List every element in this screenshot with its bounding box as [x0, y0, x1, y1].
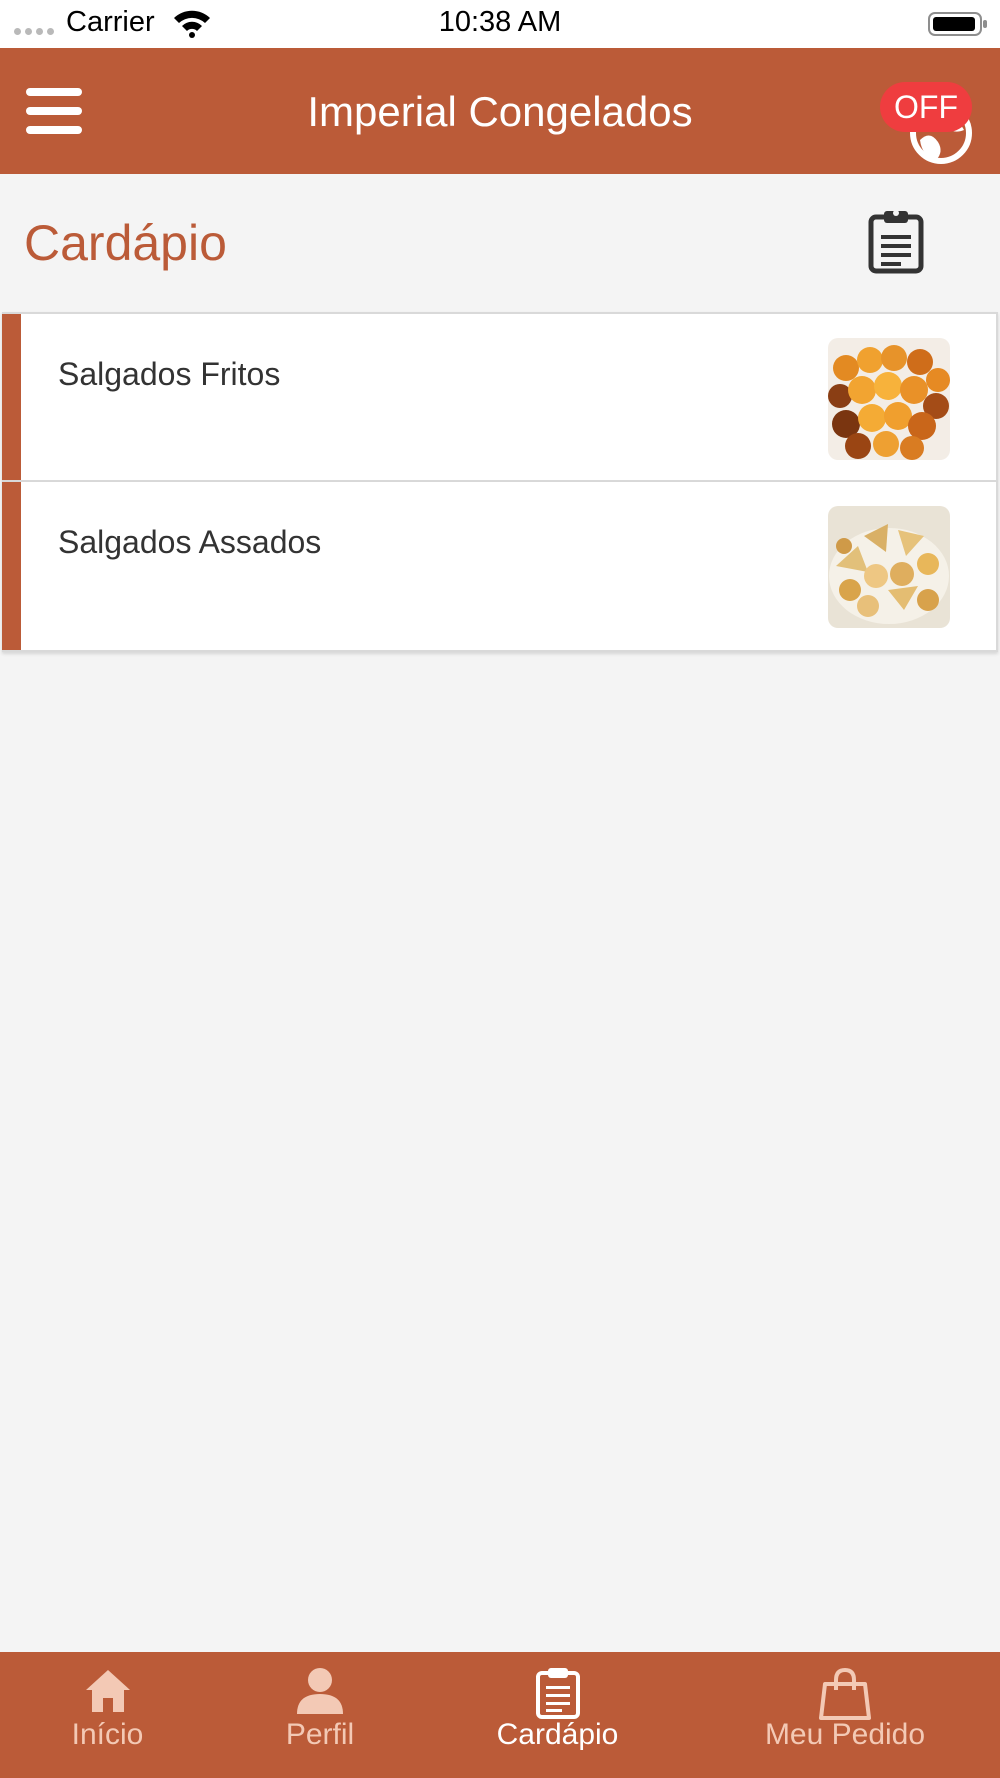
category-list: Salgados Fritos Salgados Assados [2, 312, 998, 652]
status-badge: OFF [880, 82, 972, 132]
page-title: Cardápio [24, 215, 227, 271]
tab-label: Início [71, 1718, 144, 1751]
battery-icon [928, 12, 987, 36]
status-time: 10:38 AM [438, 6, 562, 38]
tab-label: Perfil [285, 1718, 355, 1751]
clipboard-icon[interactable] [866, 208, 926, 274]
person-icon [297, 1668, 343, 1714]
tab-label: Cardápio [496, 1718, 619, 1751]
app-title: Imperial Congelados [307, 88, 693, 135]
bottom-tab-bar: Início Perfil Cardápio Meu Pedido [0, 1652, 1000, 1778]
category-label: Salgados Fritos [58, 356, 281, 392]
list-item[interactable]: Salgados Assados [2, 482, 998, 652]
clipboard-icon [535, 1668, 580, 1719]
shopping-bag-icon [819, 1667, 871, 1720]
tab-cardapio[interactable]: Cardápio [470, 1652, 645, 1778]
item-accent-bar [2, 482, 21, 650]
status-bar: Carrier 10:38 AM [0, 0, 1000, 48]
item-accent-bar [2, 314, 21, 480]
tab-perfil[interactable]: Perfil [230, 1652, 410, 1778]
home-icon [85, 1670, 130, 1712]
baked-snacks-photo [828, 506, 950, 628]
category-label: Salgados Assados [58, 524, 322, 560]
tab-meu-pedido[interactable]: Meu Pedido [750, 1652, 940, 1778]
list-item[interactable]: Salgados Fritos [2, 312, 998, 482]
store-status-button[interactable]: OFF [880, 66, 980, 166]
app-header: Imperial Congelados OFF [0, 48, 1000, 174]
tab-inicio[interactable]: Início [20, 1652, 195, 1778]
tab-label: Meu Pedido [764, 1718, 926, 1751]
fried-snacks-photo [828, 338, 950, 460]
